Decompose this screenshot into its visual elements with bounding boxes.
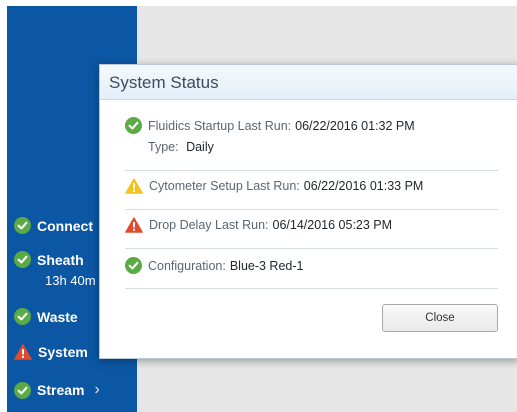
- status-key: Drop Delay Last Run:: [149, 218, 269, 232]
- check-circle-icon: [14, 381, 31, 399]
- sidebar-item-label: Stream: [37, 382, 85, 398]
- sidebar-item-sheath[interactable]: Sheath: [14, 251, 84, 268]
- status-key: Fluidics Startup Last Run:: [148, 118, 292, 133]
- status-value: 06/22/2016 01:32 PM: [295, 118, 415, 133]
- status-row-cytometer-setup: Cytometer Setup Last Run: 06/22/2016 01:…: [125, 178, 423, 194]
- warning-triangle-icon: [125, 178, 143, 194]
- sidebar-item-label: Connect: [37, 217, 93, 234]
- check-circle-icon: [14, 308, 31, 325]
- status-value: 06/14/2016 05:23 PM: [272, 218, 393, 232]
- close-button[interactable]: Close: [382, 304, 498, 332]
- status-value: Blue-3 Red-1: [229, 258, 304, 273]
- status-value: Daily: [186, 140, 214, 154]
- warning-triangle-icon: [14, 344, 32, 360]
- check-circle-icon: [14, 251, 31, 268]
- sidebar-item-label: Sheath: [37, 251, 84, 268]
- check-circle-icon: [125, 257, 142, 274]
- check-circle-icon: [14, 217, 31, 234]
- status-row-configuration: Configuration: Blue-3 Red-1: [125, 257, 303, 274]
- dialog-header: System Status: [100, 65, 517, 100]
- sheath-time-remaining: 13h 40m: [45, 273, 96, 288]
- chevron-right-icon: ›: [94, 381, 100, 398]
- status-value: 06/22/2016 01:33 PM: [303, 179, 424, 193]
- status-key: Type:: [148, 140, 179, 154]
- check-circle-icon: [125, 117, 142, 134]
- divider: [125, 170, 498, 171]
- divider: [125, 288, 498, 289]
- status-key: Configuration:: [148, 258, 226, 273]
- status-key: Cytometer Setup Last Run:: [149, 179, 300, 193]
- status-row-fluidics-startup: Fluidics Startup Last Run: 06/22/2016 01…: [125, 117, 415, 134]
- status-row-drop-delay: Drop Delay Last Run: 06/14/2016 05:23 PM: [125, 217, 392, 233]
- sidebar-item-stream[interactable]: Stream ›: [14, 381, 100, 399]
- sidebar-item-label: Waste: [37, 308, 78, 325]
- status-row-fluidics-type: Type: Daily: [148, 140, 214, 154]
- divider: [125, 209, 498, 210]
- warning-triangle-icon: [125, 217, 143, 233]
- divider: [125, 248, 498, 249]
- sidebar-item-label: System: [38, 344, 88, 360]
- system-status-dialog: System Status Fluidics Startup Last Run:…: [99, 64, 517, 359]
- dialog-title: System Status: [109, 73, 219, 92]
- sidebar-item-system[interactable]: System: [14, 344, 88, 360]
- sidebar-item-waste[interactable]: Waste: [14, 308, 78, 325]
- sidebar-item-connect[interactable]: Connect: [14, 217, 93, 234]
